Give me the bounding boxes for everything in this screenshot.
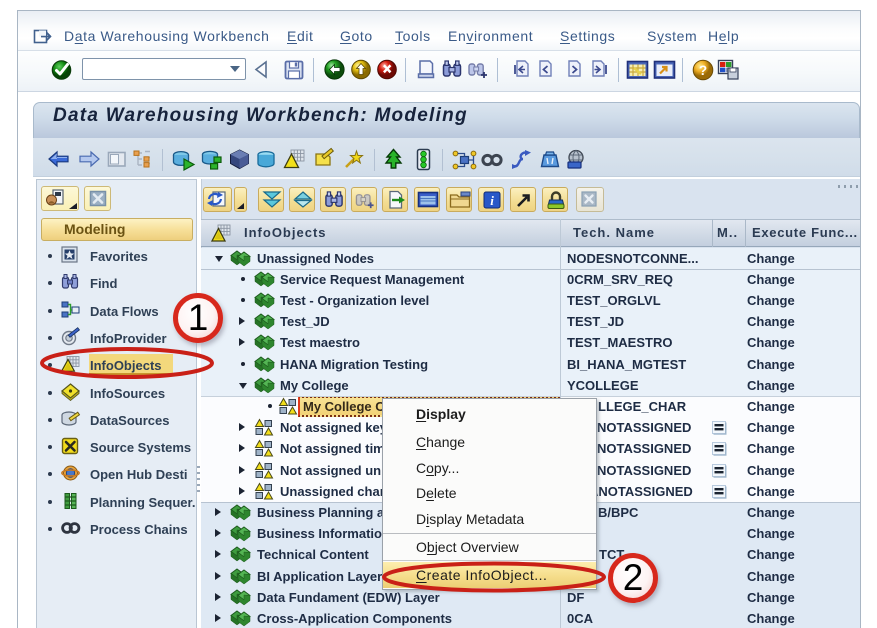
svg-text:i: i (490, 193, 494, 208)
svg-text:?: ? (699, 63, 707, 78)
